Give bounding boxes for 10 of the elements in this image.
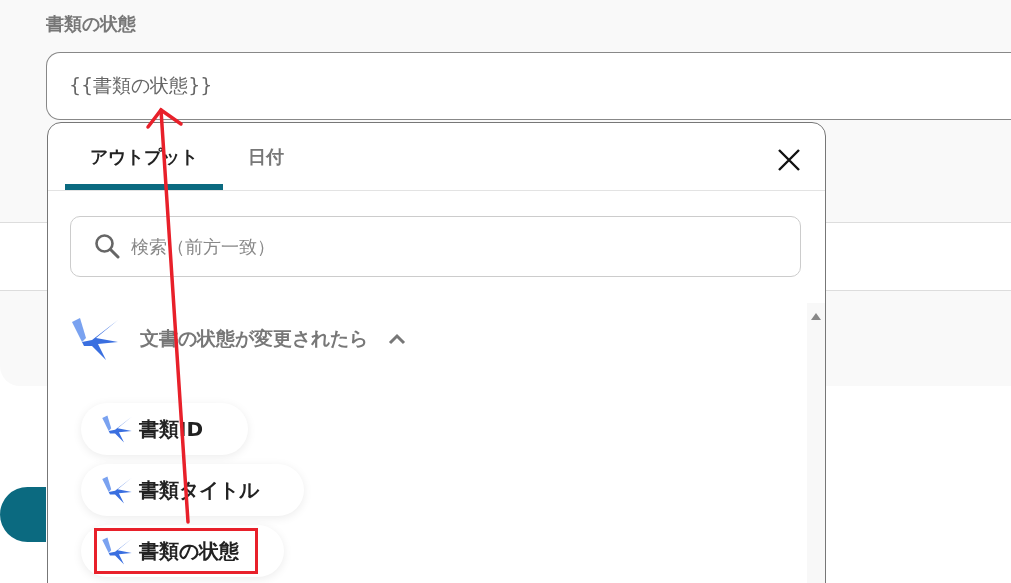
caret-up-icon[interactable] [388,333,406,345]
action-button[interactable] [0,487,46,542]
tab[interactable]: 日付 [223,123,309,190]
search-field[interactable]: 検索（前方一致） [70,216,801,277]
output-item[interactable]: 書類の状態 [81,525,284,577]
item-label: 書類の状態 [139,537,239,565]
close-icon[interactable] [777,148,801,172]
input-field[interactable]: {{書類の状態}} [46,52,1011,120]
scroll-up-icon[interactable] [810,312,822,321]
field-label: 書類の状態 [46,12,137,36]
